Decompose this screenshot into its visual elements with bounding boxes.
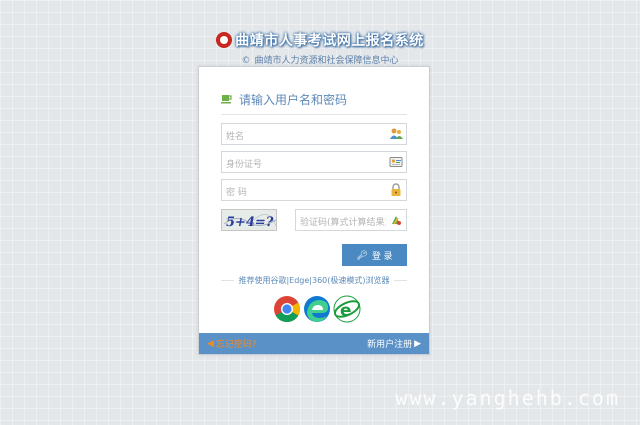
captcha-image[interactable]: 5+4=? — [221, 209, 277, 231]
forgot-password-label: 忘记密码? — [215, 340, 257, 350]
ie-icon[interactable]: e — [333, 295, 361, 323]
login-button[interactable]: 🔑︎ 登 录 — [342, 244, 407, 266]
captcha-field[interactable] — [295, 209, 407, 233]
login-heading: 请输入用户名和密码 — [221, 91, 407, 115]
users-icon — [390, 128, 403, 139]
password-input[interactable] — [222, 183, 382, 203]
lock-icon — [391, 183, 401, 196]
id-card-icon — [389, 157, 403, 167]
password-field[interactable] — [221, 179, 407, 203]
arrow-right-icon: ▶ — [414, 338, 421, 349]
forgot-password-link[interactable]: ◀ 忘记密码? — [205, 337, 257, 351]
register-label: 新用户注册 — [367, 340, 413, 350]
page-header: 曲靖市人事考试网上报名系统 © 曲靖市人力资源和社会保障信息中心 — [0, 30, 640, 66]
register-link[interactable]: 新用户注册 ▶ — [367, 337, 423, 351]
title-row: 曲靖市人事考试网上报名系统 — [0, 30, 640, 50]
watermark: www.yanghehb.com — [395, 386, 620, 410]
panel-footer: ◀ 忘记密码? 新用户注册 ▶ — [199, 333, 429, 354]
edge-icon[interactable] — [303, 295, 331, 323]
captcha-text: 5+4=? — [224, 215, 274, 230]
browser-tip-text: 推荐使用谷歌|Edge|360(极速模式)浏览器 — [238, 276, 390, 285]
name-field[interactable] — [221, 123, 407, 147]
id-field[interactable] — [221, 151, 407, 175]
captcha-drawing: 5+4=? — [223, 214, 276, 230]
captcha-input[interactable] — [296, 213, 386, 233]
emblem-icon — [216, 32, 233, 48]
site-title: 曲靖市人事考试网上报名系统 — [235, 33, 424, 49]
login-button-label: 登 录 — [371, 250, 393, 261]
browser-tip: 推荐使用谷歌|Edge|360(极速模式)浏览器 — [221, 275, 407, 286]
key-icon: 🔑︎ — [356, 249, 368, 260]
chrome-icon[interactable] — [273, 295, 301, 323]
subtitle-text: 曲靖市人力资源和社会保障信息中心 — [254, 56, 399, 66]
copyright-symbol: © — [241, 56, 251, 66]
name-input[interactable] — [222, 127, 382, 147]
browser-icons: e — [273, 295, 361, 323]
site-subtitle: © 曲靖市人力资源和社会保障信息中心 — [0, 53, 640, 66]
arrow-left-icon: ◀ — [207, 338, 214, 349]
login-panel: 请输入用户名和密码 5+4=? — [198, 66, 430, 355]
id-input[interactable] — [222, 155, 382, 175]
cup-icon — [221, 95, 232, 104]
login-heading-text: 请输入用户名和密码 — [239, 93, 348, 107]
svg-text:e: e — [340, 301, 352, 321]
refresh-icon[interactable] — [389, 213, 403, 227]
